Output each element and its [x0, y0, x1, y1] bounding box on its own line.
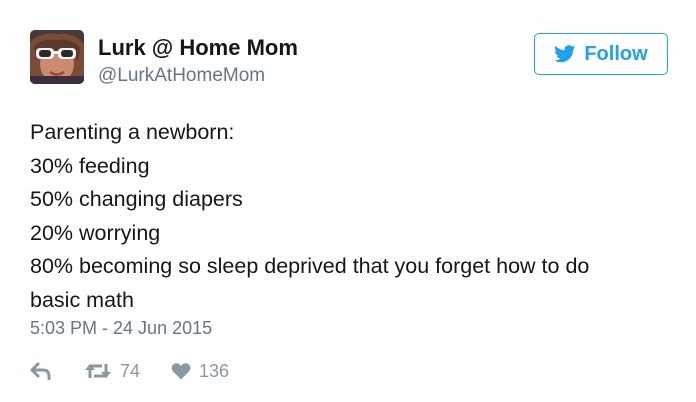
tweet-timestamp[interactable]: 5:03 PM - 24 Jun 2015	[30, 318, 212, 339]
tweet-card: Lurk @ Home Mom @LurkAtHomeMom Follow Pa…	[0, 0, 696, 402]
tweet-line: basic math	[30, 287, 134, 312]
tweet-line: Parenting a newborn:	[30, 120, 235, 144]
tweet-line: 50% changing diapers	[30, 187, 243, 211]
tweet-line: 80% becoming so sleep deprived that you …	[30, 254, 590, 278]
avatar[interactable]	[30, 30, 84, 84]
profile-photo-icon	[30, 30, 84, 84]
retweet-icon	[83, 362, 113, 380]
reply-icon	[30, 362, 52, 380]
like-count: 136	[199, 360, 230, 381]
retweet-count: 74	[120, 360, 141, 381]
tweet-actions: 74 136	[30, 358, 229, 384]
twitter-bird-icon	[554, 45, 576, 63]
follow-label: Follow	[584, 42, 648, 65]
retweet-button[interactable]: 74	[83, 361, 140, 382]
tweet-line: 30% feeding	[30, 153, 150, 178]
tweet-line: 20% worrying	[30, 220, 161, 245]
like-button[interactable]: 136	[171, 361, 229, 382]
user-handle[interactable]: @LurkAtHomeMom	[98, 65, 265, 87]
reply-button[interactable]	[30, 362, 54, 380]
tweet-text: Parenting a newborn: 30% feeding 50% cha…	[30, 116, 670, 317]
display-name[interactable]: Lurk @ Home Mom	[98, 35, 298, 61]
follow-button[interactable]: Follow	[534, 33, 668, 75]
heart-icon	[171, 362, 191, 380]
